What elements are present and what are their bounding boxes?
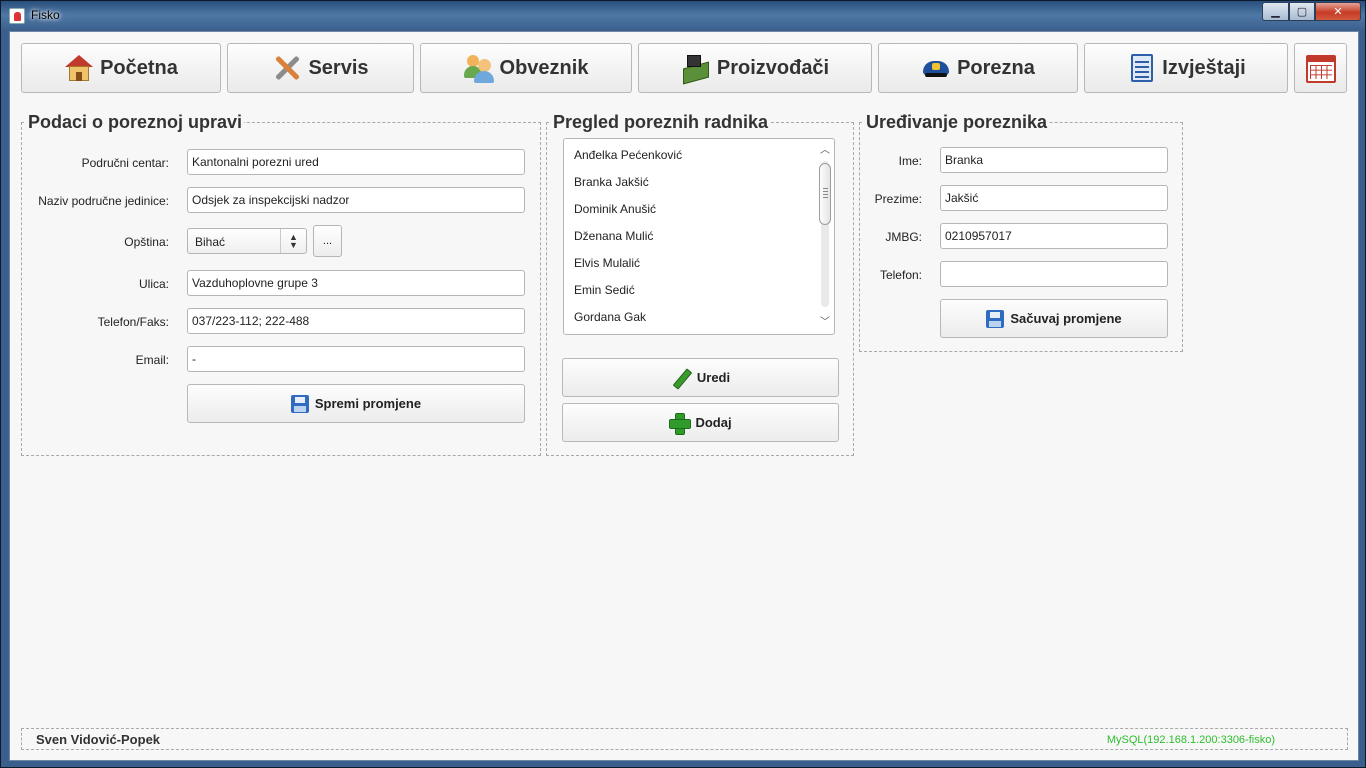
nav-pocetna-label: Početna [100,56,178,79]
up-down-arrows-icon: ▲ ▼ [280,229,306,253]
scroll-up-arrow-icon[interactable]: ︿ [818,144,832,158]
calendar-button[interactable] [1294,43,1347,93]
save-worker-button[interactable]: Sačuvaj promjene [940,299,1168,338]
jmbg-field[interactable] [940,223,1168,249]
nav-obveznik-button[interactable]: Obveznik [420,43,632,93]
list-item[interactable]: Gordana Gak [574,310,646,324]
plus-icon [669,412,692,435]
email-field[interactable] [187,346,525,372]
last-name-field[interactable] [940,185,1168,211]
email-label: Email: [135,353,169,367]
save-tax-office-button[interactable]: Spremi promjene [187,384,525,423]
regional-center-field[interactable] [187,149,525,175]
regional-center-label: Područni centar: [81,156,169,170]
street-label: Ulica: [138,277,169,291]
close-button[interactable]: ✕ [1315,2,1361,21]
edit-worker-label: Uredi [696,370,731,385]
municipality-label: Opština: [124,235,169,249]
nav-servis-button[interactable]: Servis [227,43,414,93]
phone-fax-label: Telefon/Faks: [97,315,169,329]
nav-porezna-button[interactable]: Porezna [878,43,1078,93]
window-controls: ▁ ▢ ✕ [1262,2,1361,21]
tax-office-title: Podaci o poreznoj upravi [26,112,245,133]
municipality-value: Bihać [195,235,226,249]
workers-panel: Pregled poreznih radnika Anđelka Pećenko… [546,112,854,456]
nav-servis-label: Servis [308,56,369,79]
municipality-browse-button[interactable]: ... [313,225,342,257]
tax-office-panel: Podaci o poreznoj upravi Područni centar… [21,112,541,456]
db-connection-status: MySQL(192.168.1.200:3306-fisko) [1106,734,1275,746]
police-cap-icon [921,53,951,83]
list-item[interactable]: Branka Jakšić [574,175,649,189]
app-window: Fisko ▁ ▢ ✕ Početna Servis Obveznik Proi… [0,0,1366,768]
list-item[interactable]: Dominik Anušić [574,202,656,216]
scroll-down-arrow-icon[interactable]: ﹀ [818,316,832,330]
house-icon [64,53,94,83]
street-field[interactable] [187,270,525,296]
report-icon [1126,53,1156,83]
phone-field[interactable] [940,261,1168,287]
calendar-icon [1305,53,1336,83]
minimize-button[interactable]: ▁ [1262,2,1289,21]
main-content: Početna Servis Obveznik Proizvođači Pore… [9,31,1359,761]
maximize-button[interactable]: ▢ [1289,2,1315,21]
factory-icon [681,53,711,85]
edit-worker-button[interactable]: Uredi [562,358,839,397]
workers-scrollbar[interactable]: ︿ ﹀ [815,139,834,334]
jmbg-label: JMBG: [885,230,922,244]
nav-izvjestaji-button[interactable]: Izvještaji [1084,43,1288,93]
first-name-field[interactable] [940,147,1168,173]
phone-fax-field[interactable] [187,308,525,334]
users-icon [463,53,494,83]
nav-proizvodaci-label: Proizvođači [716,56,830,79]
nav-proizvodaci-button[interactable]: Proizvođači [638,43,872,93]
save-worker-label: Sačuvaj promjene [1010,311,1122,326]
phone-label: Telefon: [879,268,922,282]
save-tax-office-label: Spremi promjene [314,396,422,411]
first-name-label: Ime: [898,154,922,168]
add-worker-button[interactable]: Dodaj [562,403,839,442]
last-name-label: Prezime: [874,192,922,206]
unit-name-field[interactable] [187,187,525,213]
list-item[interactable]: Emin Sedić [574,283,635,297]
scroll-thumb[interactable] [819,163,831,225]
list-item[interactable]: Elvis Mulalić [574,256,640,270]
add-worker-label: Dodaj [695,415,732,430]
nav-porezna-label: Porezna [957,56,1035,79]
nav-pocetna-button[interactable]: Početna [21,43,221,93]
editor-title: Uređivanje poreznika [864,112,1050,133]
workers-title: Pregled poreznih radnika [551,112,771,133]
pencil-icon [671,368,691,388]
nav-obveznik-label: Obveznik [499,56,589,79]
list-item[interactable]: Anđelka Pećenković [574,148,682,162]
floppy-disk-icon [986,309,1005,328]
logged-in-user: Sven Vidović-Popek [36,732,161,747]
workers-list[interactable]: Anđelka Pećenković Branka Jakšić Dominik… [563,138,835,335]
municipality-select[interactable]: Bihać ▲ ▼ [187,228,307,254]
tools-icon [272,53,302,83]
list-item[interactable]: Dženana Mulić [574,229,653,243]
editor-panel: Uređivanje poreznika Ime: Prezime: JMBG:… [859,112,1183,352]
java-app-icon [9,8,25,24]
floppy-disk-icon [290,394,309,413]
nav-izvjestaji-label: Izvještaji [1162,56,1246,79]
window-title: Fisko [31,8,60,22]
unit-name-label: Naziv područne jedinice: [38,194,169,208]
status-bar: Sven Vidović-Popek MySQL(192.168.1.200:3… [21,728,1348,750]
title-bar[interactable]: Fisko ▁ ▢ ✕ [1,1,1366,31]
